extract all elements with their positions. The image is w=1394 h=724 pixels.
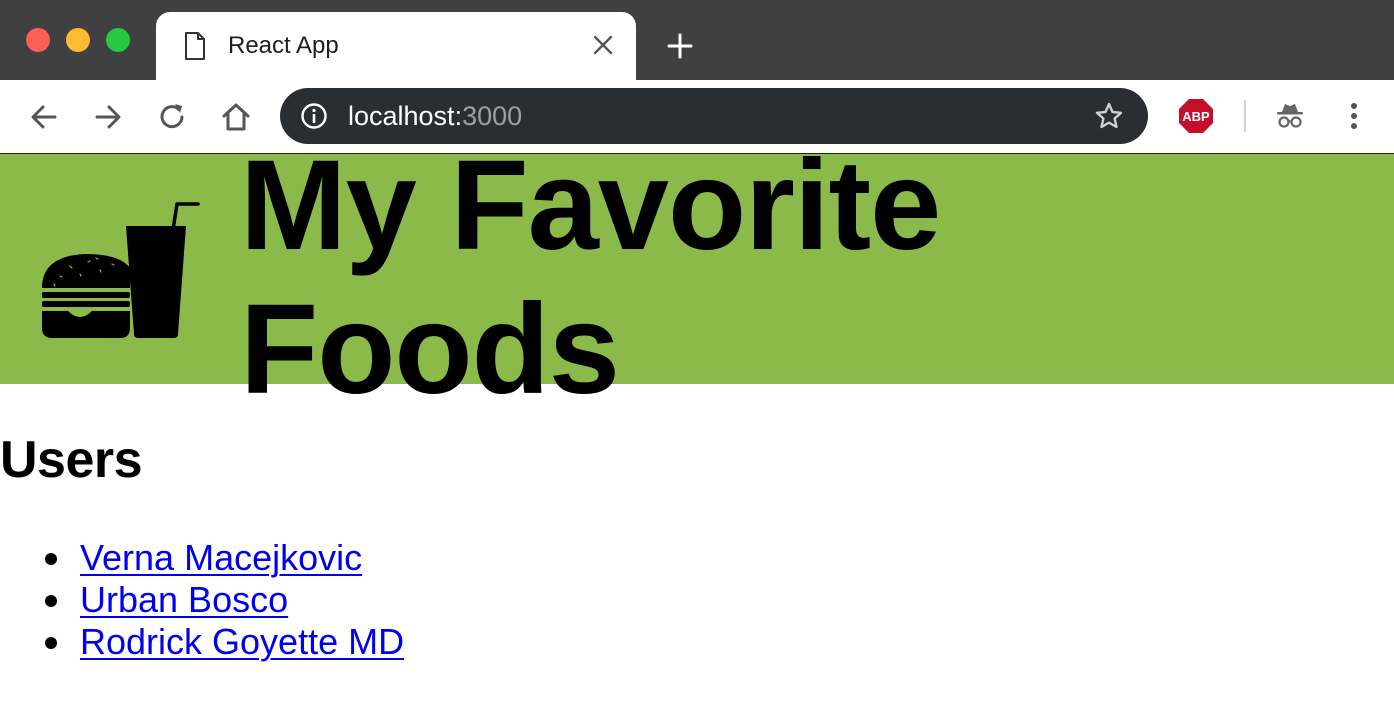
star-icon[interactable] — [1094, 101, 1124, 131]
back-arrow-icon[interactable] — [27, 100, 61, 134]
user-link[interactable]: Urban Bosco — [80, 579, 288, 620]
burger-and-drink-icon — [42, 202, 200, 338]
reload-icon[interactable] — [155, 100, 189, 134]
home-icon[interactable] — [219, 100, 253, 134]
url-text[interactable]: localhost:3000 — [348, 101, 522, 131]
toolbar-divider — [1244, 100, 1246, 132]
bullet — [45, 553, 57, 565]
tab-strip: React App — [0, 0, 1394, 80]
users-heading: Users — [0, 431, 143, 489]
url-host: localhost: — [348, 101, 463, 131]
incognito-icon[interactable] — [1272, 98, 1308, 134]
kebab-menu-icon[interactable] — [1342, 98, 1366, 134]
minimize-window-button[interactable] — [66, 28, 90, 52]
browser-tab[interactable]: React App — [156, 12, 636, 80]
user-link[interactable]: Rodrick Goyette MD — [80, 621, 404, 662]
bullet — [45, 595, 57, 607]
forward-arrow-icon[interactable] — [91, 100, 125, 134]
close-window-button[interactable] — [26, 28, 50, 52]
list-item: Rodrick Goyette MD — [0, 621, 404, 663]
info-icon[interactable] — [300, 102, 328, 130]
close-icon[interactable] — [592, 34, 614, 56]
tab-title: React App — [228, 32, 339, 59]
user-link[interactable]: Verna Macejkovic — [80, 537, 362, 578]
adblock-label: ABP — [1182, 109, 1210, 124]
list-item: Urban Bosco — [0, 579, 404, 621]
url-port: 3000 — [462, 101, 523, 131]
adblock-icon[interactable]: ABP — [1178, 98, 1214, 134]
user-list: Verna Macejkovic Urban Bosco Rodrick Goy… — [0, 537, 404, 663]
app-title: My Favorite Foods — [240, 134, 941, 421]
document-icon — [185, 32, 205, 60]
plus-icon[interactable] — [666, 32, 694, 60]
maximize-window-button[interactable] — [106, 28, 130, 52]
bullet — [45, 637, 57, 649]
list-item: Verna Macejkovic — [0, 537, 404, 579]
